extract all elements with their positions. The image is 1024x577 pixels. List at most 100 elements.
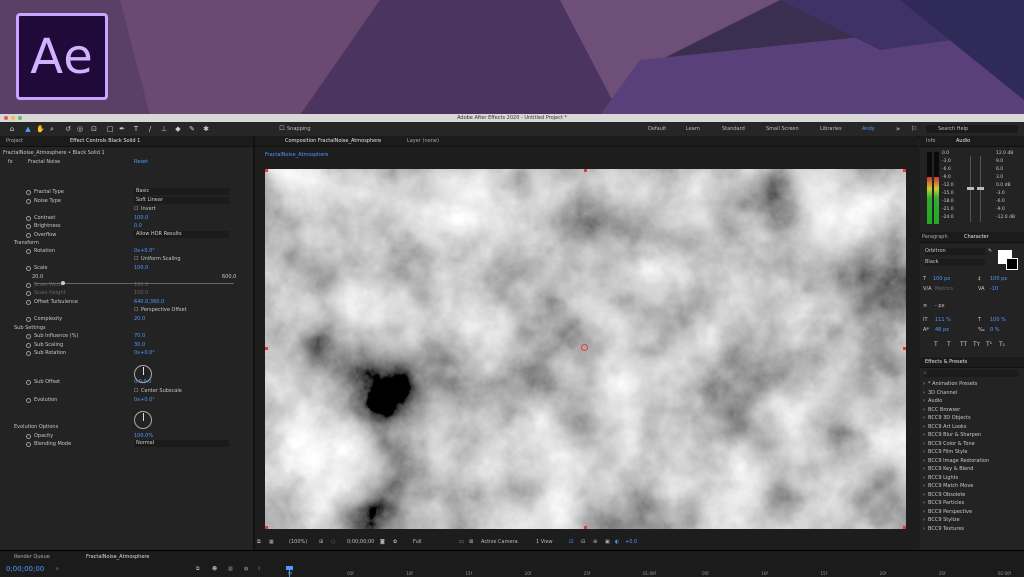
stroke-color-swatch[interactable] xyxy=(1006,258,1018,270)
expand-arrow-icon[interactable]: › xyxy=(923,458,925,465)
checkbox-icon[interactable]: ☐ xyxy=(134,306,138,314)
shy-layers-icon[interactable]: ☻ xyxy=(212,566,217,572)
tab-paragraph[interactable]: Paragraph xyxy=(922,234,948,240)
stopwatch-icon[interactable] xyxy=(26,434,31,439)
property-checkbox[interactable]: Invert xyxy=(141,205,156,213)
workspace-learn[interactable]: Learn xyxy=(686,126,700,132)
leading-value[interactable]: 100 px xyxy=(990,276,1007,283)
expand-arrow-icon[interactable]: › xyxy=(923,398,925,405)
font-size-value[interactable]: 100 px xyxy=(933,276,950,283)
expand-arrow-icon[interactable]: › xyxy=(923,424,925,431)
property-dropdown[interactable]: Normal xyxy=(134,440,229,447)
fast-previews-icon[interactable]: ⊠ xyxy=(469,539,473,545)
kerning-value[interactable]: Metrics xyxy=(935,286,953,293)
snapshot-icon[interactable]: ◙ xyxy=(380,539,385,545)
effects-category[interactable]: BCC9 Lights xyxy=(928,475,958,482)
effects-category[interactable]: BCC9 Film Style xyxy=(928,449,967,456)
checkbox-icon[interactable]: ☐ xyxy=(134,205,138,213)
comp-breadcrumb[interactable]: FractalNoise_Atmosphere xyxy=(265,152,328,158)
type-style-button[interactable]: Tт xyxy=(973,341,980,348)
effects-category[interactable]: BCC9 Match Move xyxy=(928,483,973,490)
tab-timeline-comp[interactable]: FractalNoise_Atmosphere xyxy=(86,554,149,560)
stopwatch-icon[interactable] xyxy=(26,380,31,385)
camera-tool-icon[interactable]: ◎ xyxy=(76,125,84,133)
property-dropdown[interactable]: Basic xyxy=(134,188,229,195)
stopwatch-icon[interactable] xyxy=(26,249,31,254)
stopwatch-icon[interactable] xyxy=(26,317,31,322)
property-value[interactable]: 100.0% xyxy=(134,432,153,440)
clone-stamp-icon[interactable]: ⊥ xyxy=(160,125,168,133)
motion-blur-icon[interactable]: ◍ xyxy=(244,566,248,572)
bounding-handle[interactable] xyxy=(903,169,906,172)
effects-category[interactable]: 3D Channel xyxy=(928,390,957,397)
stopwatch-icon[interactable] xyxy=(26,334,31,339)
eraser-tool-icon[interactable]: ◆ xyxy=(174,125,182,133)
sync-icon[interactable]: ⚐ xyxy=(910,125,918,133)
type-style-button[interactable]: T₁ xyxy=(999,341,1005,348)
zoom-window-button[interactable] xyxy=(18,116,22,120)
hand-tool-icon[interactable]: ✋ xyxy=(36,125,45,133)
workspace-libraries[interactable]: Libraries xyxy=(820,126,842,132)
tab-effect-controls[interactable]: Effect Controls Black Solid 1 xyxy=(70,138,140,144)
tracking-value[interactable]: -10 xyxy=(990,286,998,293)
tab-composition[interactable]: Composition FractalNoise_Atmosphere xyxy=(285,138,381,144)
zoom-dropdown[interactable]: (100%) xyxy=(289,539,307,545)
property-value[interactable]: 100.0 xyxy=(134,214,148,222)
tab-audio[interactable]: Audio xyxy=(956,138,970,144)
property-dropdown[interactable]: Soft Linear xyxy=(134,197,229,204)
camera-dropdown[interactable]: Active Camera xyxy=(481,539,518,545)
anchor-point-icon[interactable] xyxy=(581,344,588,351)
more-workspaces-icon[interactable]: » xyxy=(894,125,902,133)
checkbox-icon[interactable]: ☐ xyxy=(134,387,138,395)
property-value[interactable]: 20.0 xyxy=(134,315,145,323)
bounding-handle[interactable] xyxy=(265,169,268,172)
property-value[interactable]: 70.0 xyxy=(134,332,145,340)
checkbox-icon[interactable]: ☐ xyxy=(134,255,138,263)
horizontal-scale-value[interactable]: 100 % xyxy=(990,317,1006,324)
pen-tool-icon[interactable]: ✒ xyxy=(118,125,126,133)
audio-slider-handle[interactable] xyxy=(977,187,984,190)
roto-brush-icon[interactable]: ✎ xyxy=(188,125,196,133)
effects-category[interactable]: BCC9 Obsolete xyxy=(928,492,965,499)
stopwatch-icon[interactable] xyxy=(26,343,31,348)
bounding-handle[interactable] xyxy=(903,347,906,350)
property-value[interactable]: 0x+0.0° xyxy=(134,247,155,255)
puppet-pin-icon[interactable]: ✱ xyxy=(202,125,210,133)
stopwatch-icon[interactable] xyxy=(26,199,31,204)
audio-slider-handle[interactable] xyxy=(967,187,974,190)
effects-category[interactable]: BCC9 Color & Tone xyxy=(928,441,975,448)
current-time-field[interactable]: 0;00;00;00 xyxy=(347,539,374,545)
exposure-icon[interactable]: ◐ xyxy=(615,539,619,545)
zoom-tool-icon[interactable]: ⌕ xyxy=(48,125,56,133)
type-style-button[interactable]: T xyxy=(934,341,938,348)
expand-arrow-icon[interactable]: › xyxy=(923,466,925,473)
property-value[interactable]: 0x+0.0° xyxy=(134,349,155,357)
stopwatch-icon[interactable] xyxy=(26,224,31,229)
tab-render-queue[interactable]: Render Queue xyxy=(14,554,50,560)
flowchart-icon[interactable]: ⊕ xyxy=(593,539,597,545)
bounding-handle[interactable] xyxy=(265,526,268,529)
reset-link[interactable]: Reset xyxy=(134,158,148,166)
timeline-search-icon[interactable]: ⌕ xyxy=(56,566,59,572)
show-channel-icon[interactable]: ✿ xyxy=(393,539,397,545)
stopwatch-icon[interactable] xyxy=(26,233,31,238)
evolution-dial[interactable] xyxy=(134,411,152,429)
draft-3d-icon[interactable]: ⊟ xyxy=(581,539,585,545)
bounding-handle[interactable] xyxy=(903,526,906,529)
region-icon[interactable]: ▭ xyxy=(459,539,464,545)
expand-arrow-icon[interactable]: › xyxy=(923,492,925,499)
type-style-button[interactable]: T xyxy=(947,341,951,348)
expand-arrow-icon[interactable]: › xyxy=(923,415,925,422)
selection-tool-icon[interactable]: ▲ xyxy=(24,125,32,133)
snapping-checkbox-icon[interactable]: ☐ xyxy=(278,125,286,133)
baseline-shift-value[interactable]: 48 px xyxy=(935,327,949,334)
expand-arrow-icon[interactable]: › xyxy=(923,517,925,524)
workspace-default[interactable]: Default xyxy=(648,126,666,132)
graph-editor-icon[interactable]: ⌇ xyxy=(258,566,260,572)
workspace-andy[interactable]: Andy xyxy=(862,126,875,132)
workspace-small-screen[interactable]: Small Screen xyxy=(766,126,799,132)
eyedropper-icon[interactable]: ✎ xyxy=(988,248,992,255)
effects-category[interactable]: BCC9 Perspective xyxy=(928,509,972,516)
search-help-input[interactable]: Search Help xyxy=(926,125,1018,133)
timeline-timecode[interactable]: 0;00;00;00 xyxy=(6,565,44,573)
